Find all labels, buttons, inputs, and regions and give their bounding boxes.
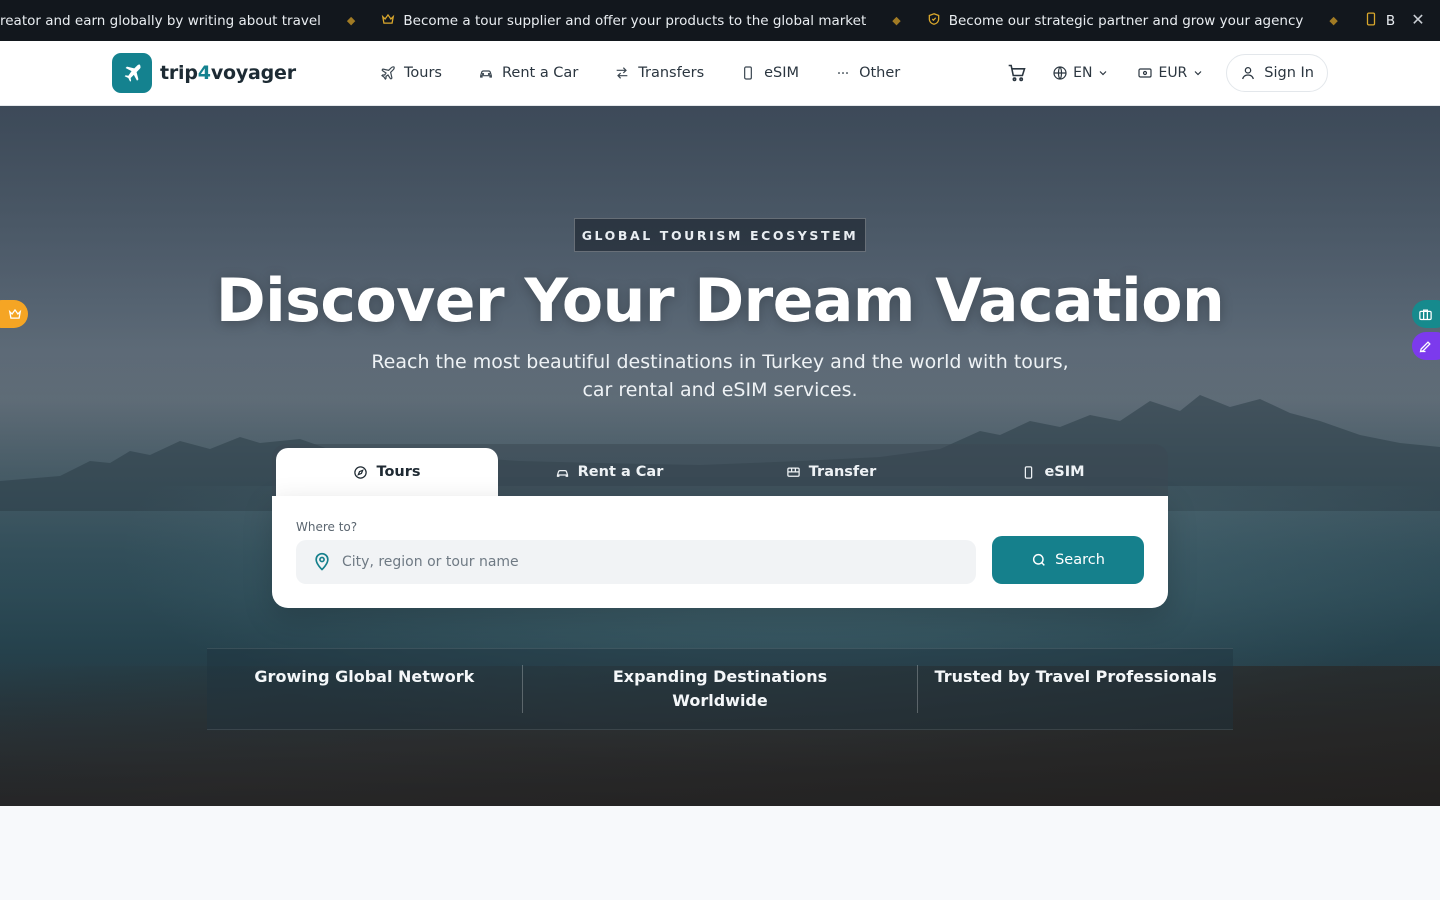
phone-icon xyxy=(1025,465,1033,479)
tab-transfer[interactable]: Transfer xyxy=(720,448,942,496)
cart-icon xyxy=(1008,64,1026,82)
destination-input[interactable] xyxy=(342,554,942,570)
map-pin-icon xyxy=(315,552,329,571)
tab-label: eSIM xyxy=(1044,464,1085,480)
stat-item: Trusted by Travel Professionals xyxy=(934,667,1217,686)
ticker-item-text: reator and earn globally by writing abou… xyxy=(0,12,321,29)
brand-name-part1: trip xyxy=(160,62,198,84)
phone-icon xyxy=(1364,12,1378,30)
nav-item-label: Transfers xyxy=(638,65,705,81)
crown-icon xyxy=(381,12,395,30)
brand-logo[interactable]: trip4voyager xyxy=(112,53,296,93)
plane-icon xyxy=(381,66,395,80)
ticker-item-text: B xyxy=(1385,12,1396,29)
top-navbar: trip4voyager Tours Rent a Car Transfers … xyxy=(0,41,1440,106)
car-icon xyxy=(556,469,568,477)
language-value: EN xyxy=(1073,65,1093,81)
hero-section: GLOBAL TOURISM ECOSYSTEM Discover Your D… xyxy=(0,106,1440,806)
nav-item-rent-a-car[interactable]: Rent a Car xyxy=(478,65,578,81)
hero-badge: GLOBAL TOURISM ECOSYSTEM xyxy=(574,218,866,252)
tab-tours[interactable]: Tours xyxy=(276,448,498,496)
bus-icon xyxy=(787,467,800,477)
stat-item: Expanding Destinations Worldwide xyxy=(612,667,828,710)
nav-item-transfers[interactable]: Transfers xyxy=(614,65,704,81)
diamond-icon: ◆ xyxy=(346,14,356,27)
phone-icon xyxy=(744,66,753,80)
search-button[interactable]: Search xyxy=(992,536,1144,584)
nav-actions: EN EUR Sign In xyxy=(998,54,1328,92)
destination-field[interactable] xyxy=(296,540,976,584)
tab-rent-a-car[interactable]: Rent a Car xyxy=(498,448,720,496)
dots-icon xyxy=(838,72,848,74)
tab-label: Rent a Car xyxy=(577,464,664,480)
announcement-ticker: reator and earn globally by writing abou… xyxy=(0,0,1440,41)
search-tabs: Tours Rent a Car Transfer eSIM xyxy=(272,444,1168,496)
chevron-down-icon xyxy=(1100,71,1107,76)
car-icon xyxy=(480,70,492,78)
currency-value: EUR xyxy=(1158,65,1188,81)
nav-item-tours[interactable]: Tours xyxy=(380,65,442,81)
globe-icon xyxy=(1053,66,1067,80)
sign-in-label: Sign In xyxy=(1264,65,1314,81)
crown-icon xyxy=(8,308,22,319)
main-nav: Tours Rent a Car Transfers eSIM Other xyxy=(380,41,900,105)
stat-item: Growing Global Network xyxy=(254,667,475,686)
search-field-label: Where to? xyxy=(296,520,358,534)
ticker-item-text: Become our strategic partner and grow yo… xyxy=(948,12,1304,29)
cart-button[interactable] xyxy=(998,54,1036,92)
shield-icon xyxy=(927,12,941,30)
brand-name: trip4voyager xyxy=(160,62,296,84)
nav-item-esim[interactable]: eSIM xyxy=(740,65,799,81)
search-icon xyxy=(1033,553,1045,566)
ticker-item[interactable]: reator and earn globally by writing abou… xyxy=(0,13,321,29)
briefcase-icon xyxy=(1419,309,1432,320)
sign-in-button[interactable]: Sign In xyxy=(1226,54,1328,92)
compass-icon xyxy=(354,465,368,479)
tab-label: Tours xyxy=(376,464,421,480)
pen-icon xyxy=(1419,340,1431,352)
ticker-item[interactable]: Become a tour supplier and offer your pr… xyxy=(381,12,866,30)
nav-item-label: Tours xyxy=(404,65,442,81)
plane-logo-icon xyxy=(112,53,152,93)
ticker-item[interactable]: Become our strategic partner and grow yo… xyxy=(927,12,1304,30)
banknote-icon xyxy=(1138,68,1153,78)
tab-label: Transfer xyxy=(808,464,877,480)
search-panel: Where to? Search xyxy=(272,496,1168,608)
pen-floating-button[interactable] xyxy=(1412,332,1440,360)
diamond-icon: ◆ xyxy=(1329,14,1338,27)
currency-selector[interactable]: EUR xyxy=(1137,65,1204,81)
chevron-down-icon xyxy=(1194,71,1202,76)
diamond-icon: ◆ xyxy=(892,14,901,27)
hero-title: Discover Your Dream Vacation xyxy=(215,266,1225,336)
crown-floating-button[interactable] xyxy=(0,300,28,328)
page-content-below xyxy=(0,806,1440,900)
nav-item-label: eSIM xyxy=(764,65,800,81)
nav-item-label: Other xyxy=(859,65,901,81)
briefcase-floating-button[interactable] xyxy=(1412,300,1440,328)
search-button-label: Search xyxy=(1055,552,1105,568)
user-icon xyxy=(1242,67,1255,80)
nav-item-label: Rent a Car xyxy=(501,65,579,81)
language-selector[interactable]: EN xyxy=(1052,65,1109,81)
brand-name-accent: 4 xyxy=(197,62,211,84)
ticker-item[interactable]: B xyxy=(1364,12,1395,30)
nav-item-other[interactable]: Other xyxy=(835,65,900,81)
stats-bar: Growing Global Network Expanding Destina… xyxy=(207,648,1233,730)
close-icon[interactable]: ✕ xyxy=(1408,10,1428,30)
arrows-icon xyxy=(616,67,628,79)
brand-name-part2: voyager xyxy=(210,62,296,84)
tab-esim[interactable]: eSIM xyxy=(942,448,1164,496)
hero-subtitle: Reach the most beautiful destinations in… xyxy=(371,351,1069,401)
ticker-item-text: Become a tour supplier and offer your pr… xyxy=(403,12,867,29)
ticker-track: reator and earn globally by writing abou… xyxy=(0,0,1395,41)
